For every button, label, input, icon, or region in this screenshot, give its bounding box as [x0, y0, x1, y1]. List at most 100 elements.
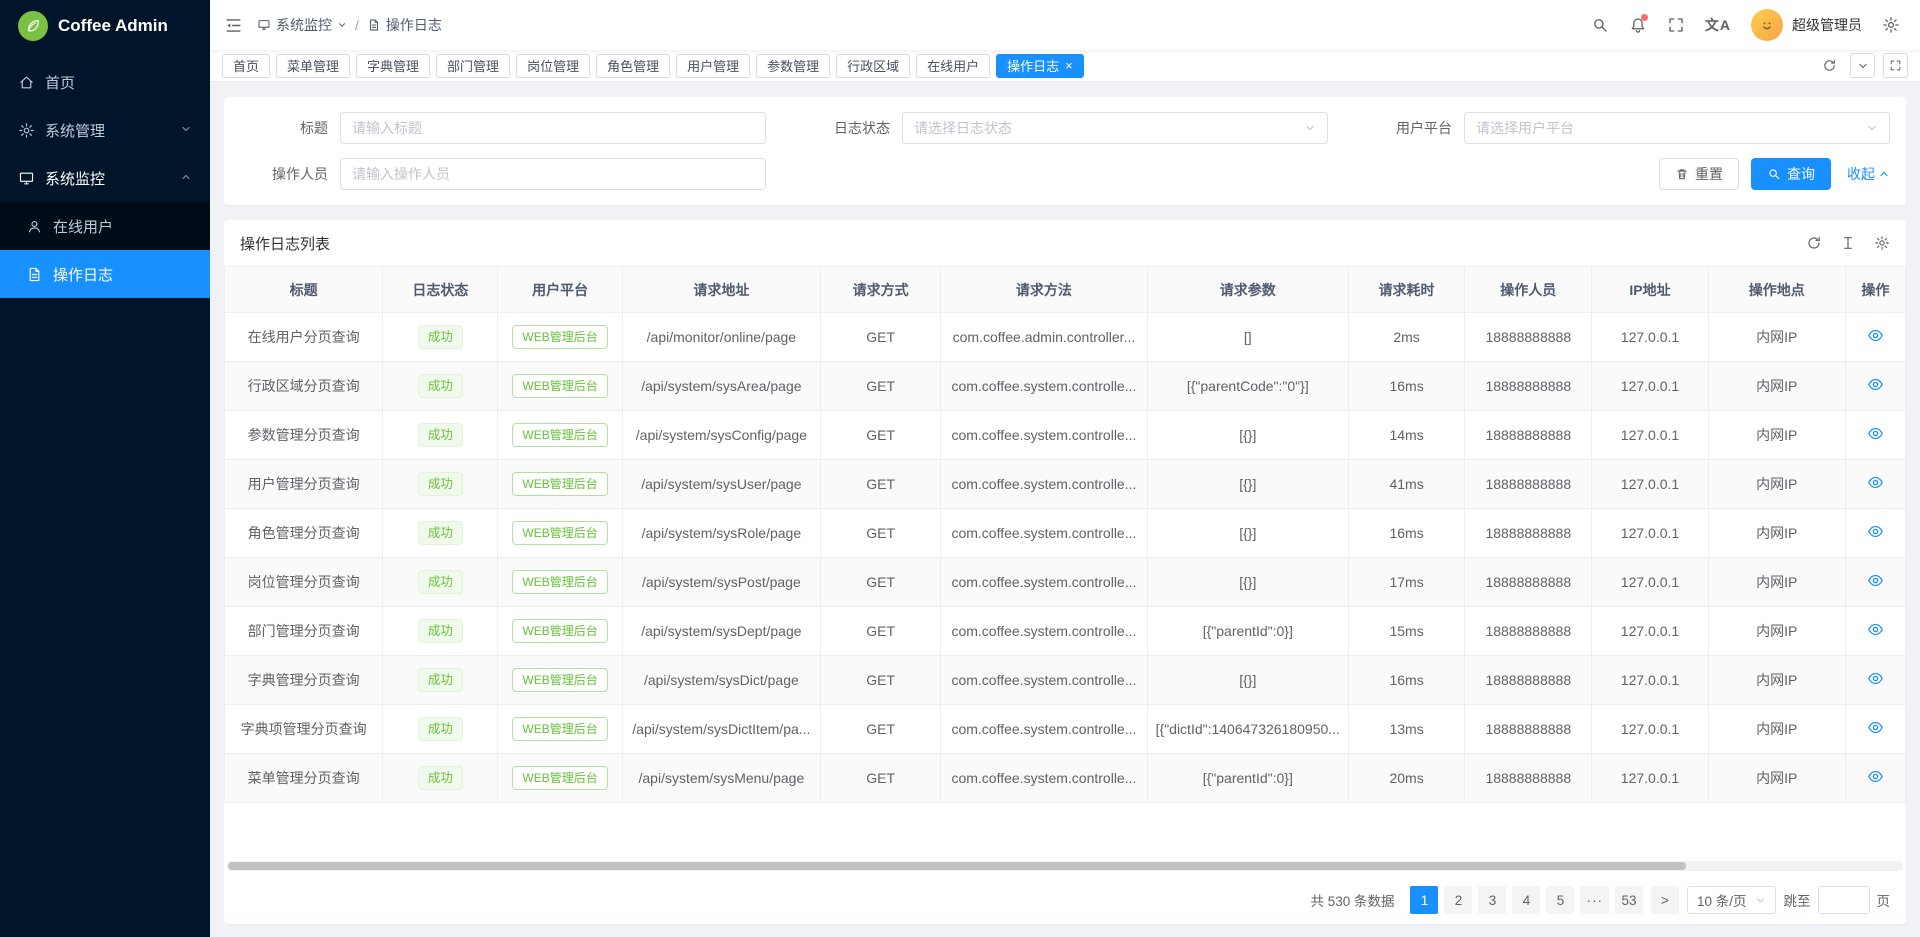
view-detail-eye-icon[interactable] — [1867, 621, 1884, 638]
collapse-sidebar-icon[interactable] — [224, 16, 243, 35]
notifications-bell-icon[interactable] — [1629, 16, 1647, 34]
column-settings-gear-icon[interactable] — [1874, 235, 1890, 251]
tab-2[interactable]: 菜单管理 — [276, 54, 350, 78]
logo[interactable]: Coffee Admin — [0, 0, 210, 52]
pagination-total: 共 530 条数据 — [1310, 890, 1394, 910]
view-detail-eye-icon[interactable] — [1867, 523, 1884, 540]
tab-3[interactable]: 字典管理 — [356, 54, 430, 78]
operator-input[interactable] — [352, 166, 754, 182]
table-row: 字典项管理分页查询成功WEB管理后台/api/system/sysDictIte… — [225, 705, 1906, 754]
log-status-placeholder: 请选择日志状态 — [914, 118, 1012, 138]
view-detail-eye-icon[interactable] — [1867, 327, 1884, 344]
page-button-3[interactable]: 3 — [1478, 886, 1506, 914]
tab-5[interactable]: 岗位管理 — [516, 54, 590, 78]
sidebar-item-online-users[interactable]: 在线用户 — [0, 202, 210, 250]
log-list-card: 操作日志列表 — [224, 220, 1906, 924]
tab-6[interactable]: 角色管理 — [596, 54, 670, 78]
next-page-button[interactable]: > — [1651, 886, 1679, 914]
cell-handler: com.coffee.system.controlle... — [941, 411, 1147, 460]
page-button-5[interactable]: 5 — [1546, 886, 1574, 914]
search-icon[interactable] — [1591, 16, 1609, 34]
cell-status: 成功 — [383, 656, 498, 705]
tab-1[interactable]: 首页 — [222, 54, 270, 78]
cell-op — [1845, 362, 1905, 411]
cell-platform: WEB管理后台 — [498, 411, 622, 460]
cell-method: GET — [821, 705, 941, 754]
cell-handler: com.coffee.system.controlle... — [941, 509, 1147, 558]
tabs-list: 首页菜单管理字典管理部门管理岗位管理角色管理用户管理参数管理行政区域在线用户操作… — [222, 54, 1811, 78]
cell-params: [{"parentCode":"0"}] — [1147, 362, 1348, 411]
page-size-select[interactable]: 10 条/页 — [1687, 886, 1776, 914]
app-root: Coffee Admin 首页 系统管理 系统监控 — [0, 0, 1920, 937]
tab-10[interactable]: 在线用户 — [916, 54, 990, 78]
platform-tag: WEB管理后台 — [512, 570, 607, 594]
content-expand-icon[interactable] — [1883, 53, 1908, 78]
table-row: 用户管理分页查询成功WEB管理后台/api/system/sysUser/pag… — [225, 460, 1906, 509]
tab-7[interactable]: 用户管理 — [676, 54, 750, 78]
tabs-menu-chevron-icon[interactable] — [1850, 53, 1875, 78]
page-button-53[interactable]: 53 — [1615, 886, 1643, 914]
cell-op — [1845, 607, 1905, 656]
notification-badge — [1641, 14, 1648, 21]
cell-op — [1845, 656, 1905, 705]
view-detail-eye-icon[interactable] — [1867, 425, 1884, 442]
sidebar-group-system-monitor[interactable]: 系统监控 — [0, 154, 210, 202]
table-scroll-area: 标题日志状态用户平台请求地址请求方式请求方法请求参数请求耗时操作人员IP地址操作… — [224, 266, 1906, 876]
cell-url: /api/system/sysArea/page — [622, 362, 820, 411]
tab-4[interactable]: 部门管理 — [436, 54, 510, 78]
user-menu[interactable]: 超级管理员 — [1751, 9, 1862, 41]
title-input[interactable] — [352, 120, 754, 136]
cell-handler: com.coffee.system.controlle... — [941, 558, 1147, 607]
tabs-bar: 首页菜单管理字典管理部门管理岗位管理角色管理用户管理参数管理行政区域在线用户操作… — [210, 50, 1920, 82]
pagination-ellipsis[interactable]: ··· — [1580, 886, 1609, 914]
view-detail-eye-icon[interactable] — [1867, 768, 1884, 785]
main-area: 系统监控 / 操作日志 — [210, 0, 1920, 937]
refresh-table-icon[interactable] — [1806, 235, 1822, 251]
sidebar-group-system-management[interactable]: 系统管理 — [0, 106, 210, 154]
sidebar-item-home[interactable]: 首页 — [0, 58, 210, 106]
platform-tag: WEB管理后台 — [512, 668, 607, 692]
tab-8[interactable]: 参数管理 — [756, 54, 830, 78]
cell-ip: 127.0.0.1 — [1592, 754, 1708, 803]
scrollbar-thumb[interactable] — [228, 862, 1686, 870]
column-header-7: 请求参数 — [1147, 267, 1348, 313]
field-log-status: 日志状态 请选择日志状态 — [802, 112, 1328, 144]
row-density-icon[interactable] — [1840, 235, 1856, 251]
view-detail-eye-icon[interactable] — [1867, 719, 1884, 736]
view-detail-eye-icon[interactable] — [1867, 670, 1884, 687]
document-icon — [367, 18, 381, 32]
view-detail-eye-icon[interactable] — [1867, 376, 1884, 393]
fullscreen-icon[interactable] — [1667, 16, 1685, 34]
user-platform-select[interactable]: 请选择用户平台 — [1464, 112, 1890, 144]
collapse-filters-link[interactable]: 收起 — [1847, 164, 1890, 184]
log-status-select[interactable]: 请选择日志状态 — [902, 112, 1328, 144]
reset-button[interactable]: 重置 — [1659, 158, 1739, 190]
sidebar-item-operation-log[interactable]: 操作日志 — [0, 250, 210, 298]
view-detail-eye-icon[interactable] — [1867, 572, 1884, 589]
tab-close-icon[interactable]: × — [1065, 59, 1073, 72]
page-button-4[interactable]: 4 — [1512, 886, 1540, 914]
translate-icon[interactable]: 文A — [1705, 15, 1731, 35]
tab-9[interactable]: 行政区域 — [836, 54, 910, 78]
cell-handler: com.coffee.system.controlle... — [941, 754, 1147, 803]
page-button-2[interactable]: 2 — [1444, 886, 1472, 914]
log-status-label: 日志状态 — [802, 118, 890, 138]
view-detail-eye-icon[interactable] — [1867, 474, 1884, 491]
cell-duration: 41ms — [1348, 460, 1464, 509]
jump-page-input[interactable] — [1818, 886, 1870, 914]
refresh-tab-icon[interactable] — [1817, 53, 1842, 78]
cell-title: 部门管理分页查询 — [225, 607, 383, 656]
search-button[interactable]: 查询 — [1751, 158, 1831, 190]
cell-title: 参数管理分页查询 — [225, 411, 383, 460]
cell-location: 内网IP — [1708, 509, 1845, 558]
cell-params: [{"dictId":140647326180950... — [1147, 705, 1348, 754]
gear-icon — [18, 122, 35, 139]
breadcrumb-item-monitor[interactable]: 系统监控 — [257, 15, 347, 35]
page-button-1[interactable]: 1 — [1410, 886, 1438, 914]
tab-11[interactable]: 操作日志× — [996, 54, 1084, 78]
cell-method: GET — [821, 411, 941, 460]
sidebar-item-label: 操作日志 — [53, 264, 113, 285]
column-header-10: IP地址 — [1592, 267, 1708, 313]
settings-gear-icon[interactable] — [1882, 16, 1900, 34]
cell-platform: WEB管理后台 — [498, 509, 622, 558]
